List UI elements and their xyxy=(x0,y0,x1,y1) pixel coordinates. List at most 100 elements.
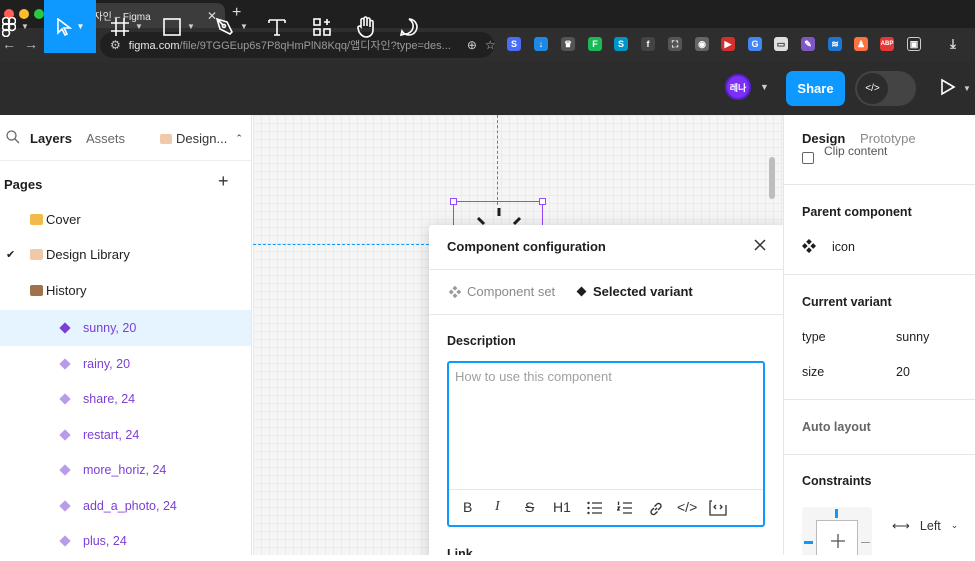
divider xyxy=(784,184,975,185)
code-block-icon[interactable] xyxy=(709,500,727,516)
hand-tool-button[interactable] xyxy=(356,0,378,53)
frame-tool-button[interactable]: ▼ xyxy=(110,0,150,53)
comment-tool-button[interactable] xyxy=(399,0,421,53)
description-input[interactable] xyxy=(455,369,755,481)
adblock-extension-icon[interactable]: ABP xyxy=(880,37,894,51)
layer-item[interactable]: add_a_photo, 24 xyxy=(0,488,251,524)
constraints-widget[interactable] xyxy=(802,507,872,555)
page-emoji-icon xyxy=(160,133,172,144)
chevron-down-icon: ▼ xyxy=(21,22,29,31)
chevron-down-icon: ⌄ xyxy=(950,520,959,530)
extension-icon[interactable]: ♛ xyxy=(561,37,575,51)
close-icon[interactable] xyxy=(753,238,767,252)
left-constraint-marker[interactable] xyxy=(804,541,813,544)
variant-diamond-icon xyxy=(59,535,71,547)
add-page-button[interactable]: + xyxy=(218,171,229,192)
layer-item[interactable]: sunny, 20 xyxy=(0,310,251,346)
main-menu-button[interactable]: ▼ xyxy=(0,0,44,53)
chevron-down-icon[interactable]: ▼ xyxy=(760,82,769,92)
layer-item[interactable]: more_horiz, 24 xyxy=(0,452,251,488)
url-field[interactable]: ⚙ figma.com/file/9TGGEup6s7P8qHmPlN8Kqq/… xyxy=(100,32,496,58)
page-item-design-library[interactable]: ✔ Design Library xyxy=(0,236,251,272)
extension-icon[interactable]: ▭ xyxy=(774,37,788,51)
extension-icon[interactable]: S xyxy=(507,37,521,51)
layer-item[interactable]: plus, 24 xyxy=(0,523,251,555)
extension-icon[interactable]: F xyxy=(588,37,602,51)
left-panel-tabs: Layers Assets Design... ⌃ xyxy=(0,115,251,161)
chevron-down-icon: ▼ xyxy=(240,22,248,31)
canvas-scrollbar[interactable] xyxy=(769,157,775,199)
layer-item[interactable]: restart, 24 xyxy=(0,417,251,453)
extension-icon[interactable]: ⛶ xyxy=(668,37,682,51)
tab-layers[interactable]: Layers xyxy=(30,131,72,146)
extension-icon[interactable]: S xyxy=(614,37,628,51)
clip-content-option[interactable]: Clip content xyxy=(802,144,887,164)
resources-tool-button[interactable] xyxy=(312,0,334,53)
extensions-puzzle-icon[interactable]: ▣ xyxy=(907,37,921,51)
top-constraint-marker[interactable] xyxy=(835,509,838,518)
search-icon[interactable] xyxy=(6,130,20,144)
variant-diamond-icon xyxy=(59,322,71,334)
share-button[interactable]: Share xyxy=(786,71,845,106)
bookmark-star-icon[interactable]: ☆ xyxy=(485,38,496,52)
layer-label: plus, 24 xyxy=(83,534,127,548)
pen-icon xyxy=(215,17,233,35)
page-item-cover[interactable]: Cover xyxy=(0,201,251,237)
hugging-face-emoji-icon xyxy=(30,213,43,225)
layer-item[interactable]: rainy, 20 xyxy=(0,346,251,382)
parent-component-name[interactable]: icon xyxy=(832,240,855,254)
heading-button[interactable]: H1 xyxy=(553,499,571,515)
link-icon[interactable] xyxy=(648,501,664,517)
right-constraint-marker[interactable] xyxy=(861,542,870,543)
bold-button[interactable]: B xyxy=(463,499,472,515)
auto-layout-header[interactable]: Auto layout xyxy=(802,420,871,434)
chevron-down-icon[interactable]: ▼ xyxy=(963,84,971,93)
code-brackets-icon: </> xyxy=(857,73,888,104)
pages-header: Pages xyxy=(4,177,43,192)
download-icon[interactable]: ⤓ xyxy=(946,36,960,51)
italic-button[interactable]: I xyxy=(495,499,500,515)
zoom-icon[interactable]: ⊕ xyxy=(467,38,477,52)
extension-icon[interactable]: ♟ xyxy=(854,37,868,51)
horizontal-constraint-select[interactable]: ⟷ Left ⌄ xyxy=(892,518,959,534)
layer-item[interactable]: share, 24 xyxy=(0,381,251,417)
layer-label: more_horiz, 24 xyxy=(83,463,167,477)
divider xyxy=(784,454,975,455)
page-switcher[interactable]: Design... ⌃ xyxy=(160,131,243,146)
variant-diamond-icon xyxy=(59,500,71,512)
comment-bubble-icon xyxy=(399,17,418,36)
page-item-history[interactable]: History xyxy=(0,272,251,308)
variant-prop-key: size xyxy=(802,365,825,379)
clip-content-checkbox[interactable] xyxy=(802,152,814,164)
tab-label: Selected variant xyxy=(593,284,693,299)
tab-assets[interactable]: Assets xyxy=(86,131,125,146)
extension-icon[interactable]: ≋ xyxy=(828,37,842,51)
eyedropper-extension-icon[interactable]: ✎ xyxy=(801,37,815,51)
variant-prop-value[interactable]: sunny xyxy=(896,330,929,344)
translate-extension-icon[interactable]: G xyxy=(748,37,762,51)
extension-icon[interactable]: f xyxy=(641,37,655,51)
bulleted-list-icon[interactable] xyxy=(587,501,603,515)
extension-icon[interactable]: ▶ xyxy=(721,37,735,51)
layer-label: sunny, 20 xyxy=(83,321,137,335)
variant-prop-value[interactable]: 20 xyxy=(896,365,910,379)
page-label: Design Library xyxy=(46,246,130,262)
move-tool-button[interactable]: ▼ xyxy=(44,0,96,53)
user-avatar[interactable]: 레나 xyxy=(725,74,751,100)
horizontal-constraint-value: Left xyxy=(919,518,941,533)
strikethrough-button[interactable]: S xyxy=(525,499,534,515)
inline-code-icon[interactable]: </> xyxy=(677,499,697,515)
text-tool-button[interactable] xyxy=(268,0,290,53)
tab-selected-variant[interactable]: Selected variant xyxy=(576,284,693,299)
page-label: Cover xyxy=(46,211,81,227)
variant-diamond-icon xyxy=(59,429,71,441)
tab-component-set[interactable]: Component set xyxy=(449,284,555,299)
alignment-guide xyxy=(253,244,429,245)
dev-mode-toggle[interactable]: </> xyxy=(855,71,916,106)
numbered-list-icon[interactable] xyxy=(617,501,633,515)
shape-tool-button[interactable]: ▼ xyxy=(162,0,202,53)
camera-extension-icon[interactable]: ◉ xyxy=(695,37,709,51)
pen-tool-button[interactable]: ▼ xyxy=(215,0,255,53)
present-play-icon[interactable] xyxy=(940,78,956,96)
extension-icon[interactable]: ↓ xyxy=(534,37,548,51)
